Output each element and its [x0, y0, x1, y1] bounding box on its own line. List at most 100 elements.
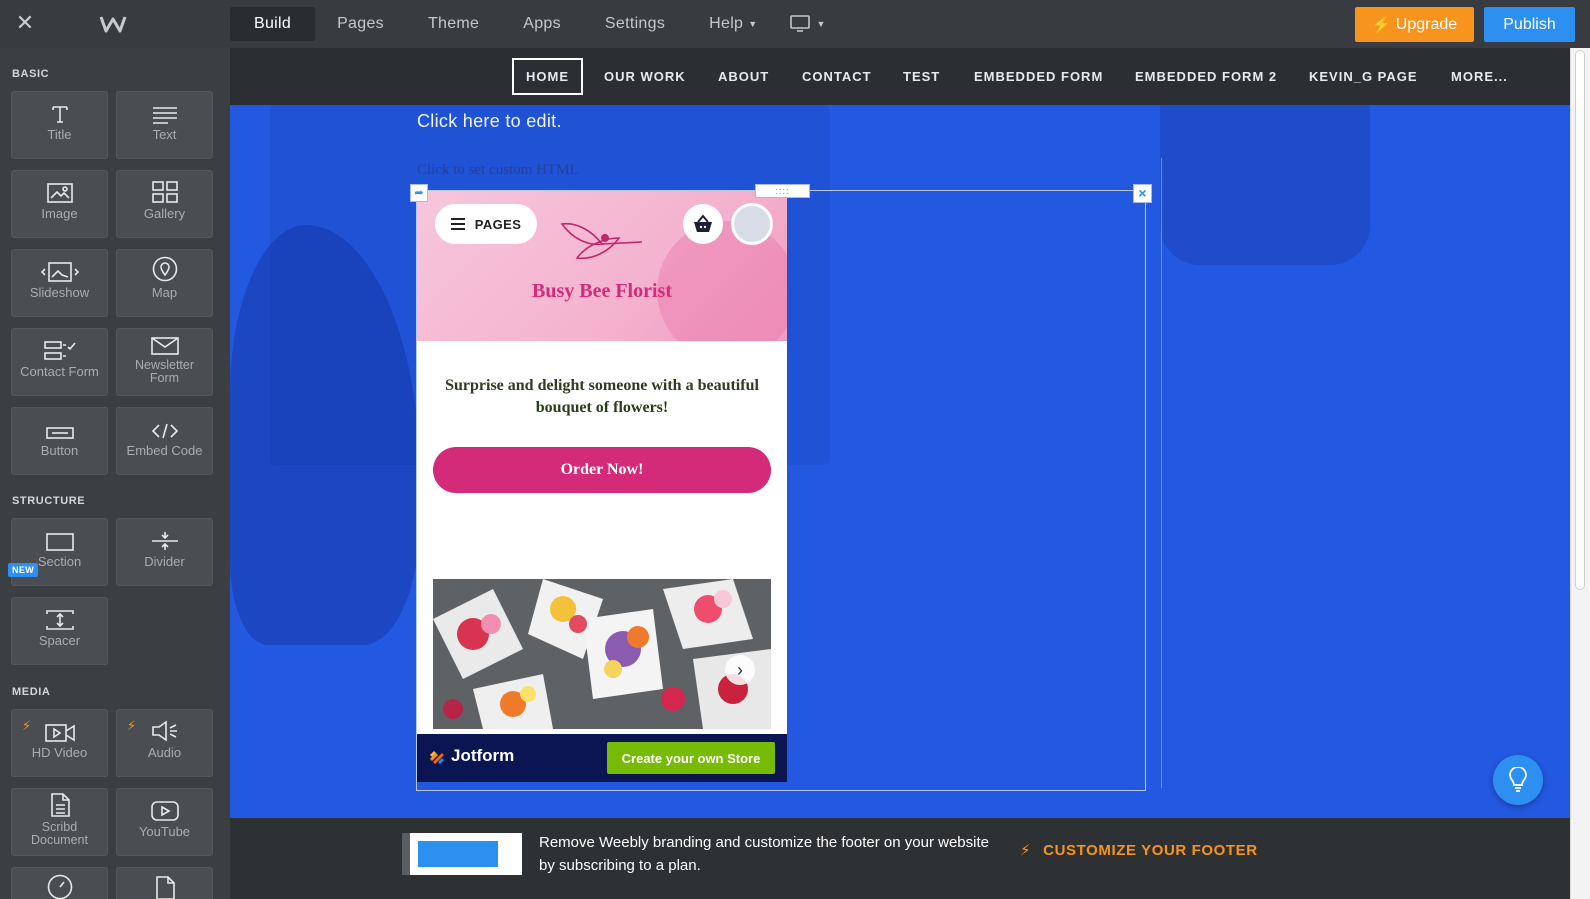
text-lines-icon — [152, 92, 178, 128]
tab-theme[interactable]: Theme — [406, 0, 501, 48]
upgrade-button[interactable]: ⚡ Upgrade — [1355, 7, 1474, 42]
element-hd-video[interactable]: ⚡ HD Video — [11, 709, 108, 777]
element-map-label: Map — [151, 285, 178, 300]
element-gallery[interactable]: Gallery — [116, 170, 213, 238]
element-newsletter-form[interactable]: Newsletter Form — [116, 328, 213, 396]
new-badge: NEW — [8, 563, 39, 577]
gallery-grid-icon — [151, 171, 178, 207]
element-image[interactable]: Image — [11, 170, 108, 238]
button-icon — [45, 408, 74, 444]
nav-about[interactable]: ABOUT — [718, 48, 769, 105]
element-text[interactable]: Text — [116, 91, 213, 159]
element-text-label: Text — [152, 127, 177, 142]
element-button[interactable]: Button — [11, 407, 108, 475]
tab-build[interactable]: Build — [230, 7, 316, 41]
customize-footer-link[interactable]: ⚡ CUSTOMIZE YOUR FOOTER — [1020, 841, 1258, 860]
nav-embedded-form[interactable]: EMBEDDED FORM — [974, 48, 1103, 105]
page-scrollbar[interactable] — [1570, 48, 1590, 899]
embedded-store-form[interactable]: PAGES Busy Bee Florist Surprise and deli… — [417, 191, 787, 782]
element-title[interactable]: Title — [11, 91, 108, 159]
create-store-button[interactable]: Create your own Store — [607, 742, 775, 774]
element-scribd-label-line2: Document — [31, 833, 88, 847]
order-now-button[interactable]: Order Now! — [433, 447, 771, 493]
shopping-basket-button[interactable] — [683, 204, 723, 244]
element-audio[interactable]: ⚡ Audio — [116, 709, 213, 777]
page-canvas[interactable]: Click here to edit. Click to set custom … — [230, 105, 1570, 818]
store-header: PAGES Busy Bee Florist — [417, 191, 787, 361]
file-icon — [154, 868, 176, 899]
element-embed-code-label: Embed Code — [126, 443, 203, 458]
element-button-label: Button — [40, 443, 79, 458]
store-tagline: Surprise and delight someone with a beau… — [445, 377, 759, 416]
tab-help-label: Help — [709, 15, 744, 32]
jotform-brand[interactable]: Jotform — [429, 746, 514, 766]
element-more-media-2[interactable] — [116, 867, 213, 899]
shopping-basket-icon — [694, 214, 712, 232]
nav-our-work[interactable]: OUR WORK — [604, 48, 686, 105]
tips-button[interactable] — [1493, 755, 1543, 805]
scrollbar-thumb[interactable] — [1575, 50, 1585, 590]
arrow-icon: ➦ — [414, 187, 424, 199]
tab-settings[interactable]: Settings — [583, 0, 687, 48]
nav-test[interactable]: TEST — [903, 48, 940, 105]
tab-help[interactable]: Help ▼ — [687, 0, 779, 48]
flower-bouquets-photo: › — [433, 579, 771, 729]
nav-embedded-form-2[interactable]: EMBEDDED FORM 2 — [1135, 48, 1277, 105]
desktop-monitor-icon — [790, 15, 811, 32]
element-contact-form[interactable]: Contact Form — [11, 328, 108, 396]
caret-down-icon: ▼ — [816, 19, 826, 29]
slideshow-icon — [40, 250, 80, 286]
caret-down-icon: ▼ — [748, 19, 758, 29]
tab-pages-label: Pages — [337, 15, 384, 32]
footer-upsell-text: Remove Weebly branding and customize the… — [539, 834, 989, 874]
background-mouse-shape — [1160, 105, 1370, 265]
nav-home[interactable]: HOME — [512, 48, 583, 105]
drag-dots-icon: :::: — [775, 186, 790, 196]
store-pages-label: PAGES — [474, 216, 522, 232]
tab-apps[interactable]: Apps — [501, 0, 583, 48]
element-slideshow[interactable]: Slideshow — [11, 249, 108, 317]
customize-footer-label: CUSTOMIZE YOUR FOOTER — [1043, 841, 1258, 859]
nav-kevin-g-page[interactable]: KEVIN_G PAGE — [1309, 48, 1418, 105]
footer-preview-image — [402, 833, 522, 875]
tab-settings-label: Settings — [604, 15, 666, 32]
nav-about-label: ABOUT — [718, 69, 770, 84]
nav-more-label: MORE... — [1451, 69, 1508, 84]
device-preview-toggle[interactable]: ▼ — [779, 0, 835, 48]
florist-logo-icon — [560, 222, 643, 260]
element-more-media-1[interactable] — [11, 867, 108, 899]
spacer-icon — [45, 598, 74, 634]
top-toolbar: ✕ Build Pages Theme Apps Settings Help ▼ … — [0, 0, 1590, 48]
user-avatar[interactable] — [731, 203, 773, 245]
footer-preview-bar — [418, 841, 498, 867]
nav-contact[interactable]: CONTACT — [802, 48, 872, 105]
embed-delete-button[interactable]: × — [1133, 184, 1152, 203]
close-icon[interactable]: ✕ — [14, 12, 36, 34]
click-to-edit-text[interactable]: Click here to edit. — [417, 111, 562, 132]
element-divider[interactable]: Divider — [116, 518, 213, 586]
store-pages-button[interactable]: PAGES — [435, 204, 537, 244]
editor-tabs: Build Pages Theme Apps Settings Help ▼ ▼ — [230, 0, 835, 48]
embed-settings-handle[interactable]: ➦ — [410, 184, 428, 202]
tab-pages[interactable]: Pages — [315, 0, 406, 48]
element-scribd-document[interactable]: Scribd Document — [11, 788, 108, 856]
embed-drag-handle[interactable]: :::: — [755, 184, 810, 198]
nav-more[interactable]: MORE... — [1451, 48, 1508, 105]
nav-embedded-form-label: EMBEDDED FORM — [974, 69, 1104, 84]
section-heading-media: MEDIA — [12, 686, 51, 698]
carousel-next-button[interactable]: › — [725, 655, 755, 685]
store-brand-name: Busy Bee Florist — [532, 280, 672, 302]
element-title-label: Title — [47, 127, 72, 142]
lightning-bolt-icon: ⚡ — [22, 718, 32, 733]
close-icon: × — [1138, 185, 1147, 201]
element-embed-code[interactable]: Embed Code — [116, 407, 213, 475]
element-spacer[interactable]: Spacer — [11, 597, 108, 665]
custom-html-placeholder[interactable]: Click to set custom HTML — [417, 162, 579, 179]
speaker-icon — [151, 710, 179, 746]
element-map[interactable]: Map — [116, 249, 213, 317]
column-guide-line — [1161, 158, 1162, 788]
contact-form-icon — [43, 329, 76, 365]
weebly-logo-icon — [98, 11, 128, 37]
element-youtube[interactable]: YouTube — [116, 788, 213, 856]
publish-button[interactable]: Publish — [1484, 7, 1575, 42]
